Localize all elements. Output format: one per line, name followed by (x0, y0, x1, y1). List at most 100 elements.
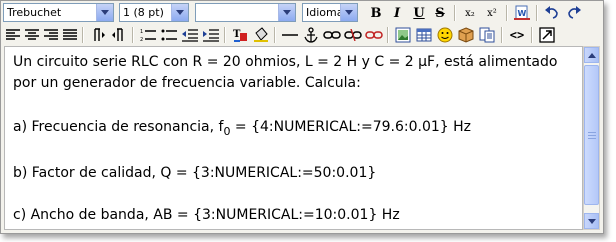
paint-bucket-icon (254, 27, 268, 42)
align-left-icon (6, 29, 20, 40)
item-a-prefix: a) Frecuencia de resonancia, f (13, 119, 224, 135)
clean-word-icon: W (514, 5, 530, 20)
rtl-button[interactable] (109, 25, 129, 45)
font-family-value: Trebuchet (7, 6, 62, 19)
ordered-list-button[interactable]: 12 (138, 25, 158, 45)
clean-word-button[interactable]: W (512, 3, 532, 23)
align-left-button[interactable] (3, 25, 23, 45)
outdent-button[interactable] (180, 25, 200, 45)
unlink-icon (344, 29, 362, 41)
toolbar-divider (506, 5, 508, 21)
svg-text:2: 2 (140, 37, 143, 42)
language-select[interactable]: Idioma (302, 3, 358, 22)
bold-button[interactable]: B (366, 3, 386, 23)
toolbar-divider (224, 27, 226, 43)
chevron-down-icon (587, 218, 596, 224)
language-value: Idioma (306, 6, 344, 19)
anchor-icon (304, 27, 318, 43)
fullscreen-button[interactable] (537, 25, 557, 45)
scroll-down-button[interactable] (584, 213, 599, 229)
background-color-button[interactable] (251, 25, 271, 45)
paragraph-toolbar: 12 T <> (1, 24, 603, 46)
svg-text:T: T (233, 29, 241, 40)
unordered-list-icon (161, 29, 177, 41)
nolink-button[interactable] (364, 25, 384, 45)
item-b: b) Factor de calidad, Q = {3:NUMERICAL:=… (13, 165, 377, 181)
superscript-button[interactable]: x² (482, 3, 502, 23)
unordered-list-button[interactable] (159, 25, 179, 45)
font-size-select[interactable]: 1 (8 pt) (119, 3, 189, 22)
redo-button[interactable] (564, 3, 584, 23)
toolbar-divider (132, 27, 134, 43)
justify-button[interactable] (60, 25, 80, 45)
search-replace-icon (479, 27, 495, 43)
insert-smiley-button[interactable] (435, 25, 455, 45)
toolbar-divider (454, 5, 456, 21)
html-source-button[interactable]: <> (507, 25, 527, 45)
scroll-up-button[interactable] (584, 47, 599, 63)
ltr-icon (94, 28, 105, 41)
chevron-down-icon (96, 4, 113, 21)
align-center-icon (25, 29, 39, 40)
horizontal-rule-button[interactable] (280, 25, 300, 45)
ltr-button[interactable] (88, 25, 108, 45)
question-text-line-1: Un circuito serie RLC con R = 20 ohmios,… (13, 54, 558, 70)
heading-select[interactable] (195, 3, 296, 22)
toolbar-divider (536, 5, 538, 21)
toolbar-divider (501, 27, 503, 43)
toolbar-divider (82, 27, 84, 43)
anchor-button[interactable] (301, 25, 321, 45)
chevron-down-icon (171, 4, 188, 21)
font-family-select[interactable]: Trebuchet (3, 3, 114, 22)
scroll-thumb[interactable] (584, 65, 599, 205)
insert-link-button[interactable] (322, 25, 342, 45)
smiley-icon (437, 27, 453, 43)
item-c: c) Ancho de banda, AB = {3:NUMERICAL:=10… (13, 207, 400, 223)
insert-image-button[interactable] (393, 25, 413, 45)
underline-button[interactable]: U (409, 3, 429, 23)
horizontal-rule-icon (282, 34, 298, 36)
indent-button[interactable] (201, 25, 221, 45)
undo-icon (545, 6, 558, 19)
image-icon (395, 27, 411, 43)
link-icon (323, 31, 341, 39)
unlink-button[interactable] (343, 25, 363, 45)
align-right-button[interactable] (41, 25, 61, 45)
item-a-suffix: = {4:NUMERICAL:=79.6:0.01} Hz (230, 119, 472, 135)
text-color-button[interactable]: T (230, 25, 250, 45)
item-a: a) Frecuencia de resonancia, f0 = {4:NUM… (13, 119, 471, 138)
toolbar-divider (531, 27, 533, 43)
svg-text:1: 1 (140, 29, 143, 35)
align-right-icon (44, 29, 58, 40)
italic-button[interactable]: I (387, 3, 407, 23)
undo-button[interactable] (542, 3, 562, 23)
editor-content-area[interactable]: Un circuito serie RLC con R = 20 ohmios,… (4, 46, 583, 230)
rtl-icon (112, 28, 123, 41)
search-replace-button[interactable] (477, 25, 497, 45)
insert-table-button[interactable] (414, 25, 434, 45)
toolbar-divider (387, 27, 389, 43)
justify-icon (63, 29, 77, 40)
question-text-line-2: por un generador de frecuencia variable.… (13, 75, 361, 91)
redo-icon (568, 6, 581, 19)
table-icon (416, 28, 432, 42)
outdent-icon (182, 29, 198, 42)
cube-icon (458, 27, 474, 43)
svg-text:W: W (518, 9, 527, 18)
chevron-down-icon (340, 4, 357, 21)
chevron-down-icon (278, 4, 295, 21)
html-editor: Trebuchet 1 (8 pt) Idioma B I U S x₂ x² … (0, 0, 604, 234)
toolbar-divider (274, 27, 276, 43)
subscript-button[interactable]: x₂ (460, 3, 480, 23)
ordered-list-icon: 12 (140, 29, 156, 42)
insert-character-button[interactable] (456, 25, 476, 45)
vertical-scrollbar[interactable] (583, 46, 600, 230)
strikethrough-button[interactable]: S (430, 3, 450, 23)
chevron-up-icon (587, 52, 596, 58)
format-toolbar: Trebuchet 1 (8 pt) Idioma B I U S x₂ x² … (1, 2, 603, 24)
align-center-button[interactable] (22, 25, 42, 45)
font-size-value: 1 (8 pt) (123, 6, 164, 19)
text-color-icon: T (233, 29, 247, 42)
nolink-icon (365, 31, 383, 39)
fullscreen-icon (539, 27, 555, 43)
